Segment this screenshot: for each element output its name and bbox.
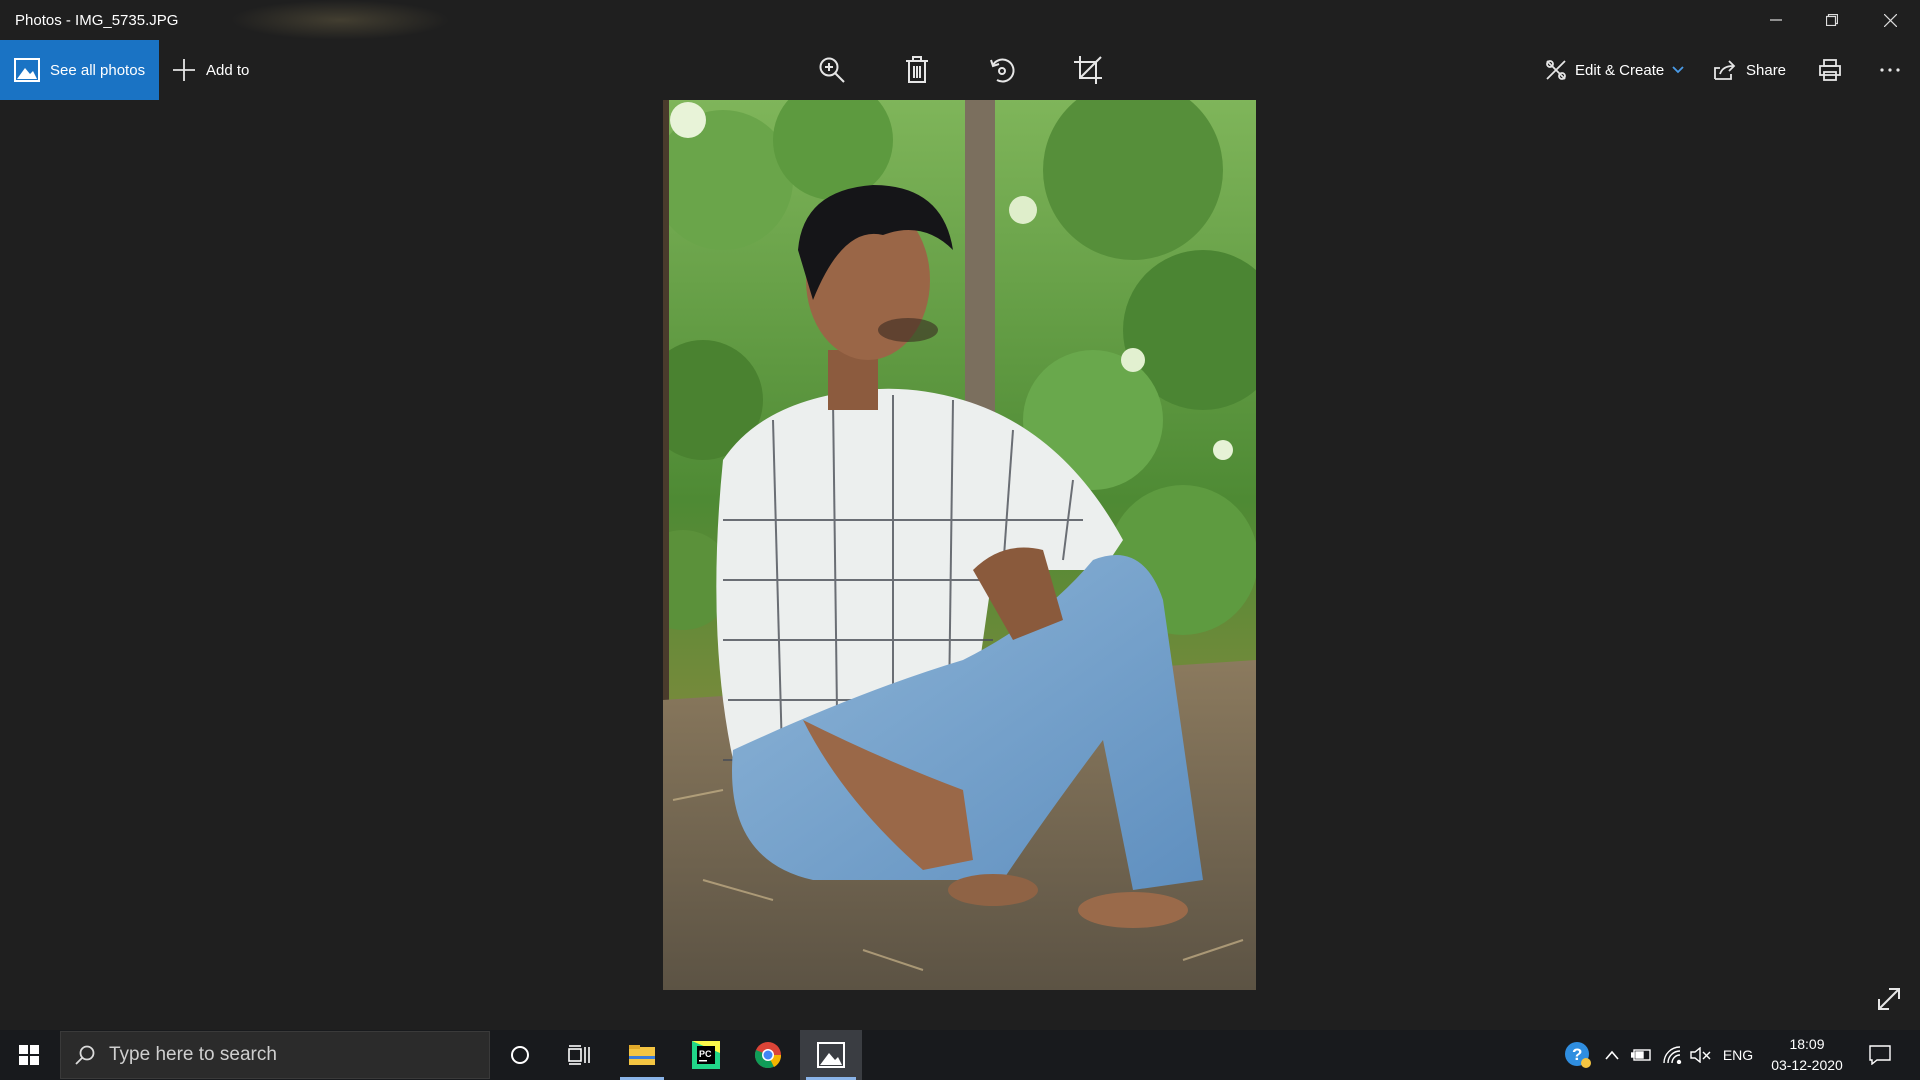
taskbar-file-explorer[interactable] [614,1030,670,1080]
volume-muted-icon [1690,1047,1711,1063]
close-icon [1883,13,1897,27]
cortana-icon [511,1046,529,1064]
help-icon: ? [1565,1042,1591,1068]
title-bar-blur [230,0,450,40]
task-view-button[interactable] [552,1030,608,1080]
photo-view[interactable] [663,100,1256,990]
chrome-icon [754,1042,782,1069]
rotate-button[interactable] [974,40,1030,100]
chevron-up-icon [1605,1050,1619,1060]
network-button[interactable] [1660,1030,1686,1080]
taskbar: Type here to search PC ? ENG 18:09 03-12… [0,1030,1920,1080]
show-hidden-icons-button[interactable] [1600,1030,1624,1080]
svg-text:PC: PC [699,1049,712,1059]
battery-button[interactable] [1628,1030,1654,1080]
search-icon [75,1045,95,1065]
photos-app-icon [14,58,40,82]
task-view-icon [568,1045,590,1065]
pycharm-icon: PC [692,1041,720,1069]
zoom-button[interactable] [804,40,860,100]
taskbar-photos[interactable] [800,1030,862,1080]
delete-button[interactable] [889,40,945,100]
crop-icon [1074,56,1102,84]
more-button[interactable] [1862,40,1918,100]
cortana-button[interactable] [492,1030,548,1080]
photo-image [663,100,1256,990]
rotate-icon [990,58,1015,83]
more-icon [1880,68,1900,72]
edit-create-button[interactable]: Edit & Create [1545,40,1684,100]
window-title: Photos - IMG_5735.JPG [15,12,179,29]
search-placeholder: Type here to search [109,1044,277,1065]
minimize-icon [1770,19,1782,21]
see-all-photos-label: See all photos [50,61,146,79]
restore-icon [1826,14,1838,26]
clock-time: 18:09 [1789,1036,1825,1052]
edit-create-label: Edit & Create [1575,61,1665,79]
share-label: Share [1746,61,1787,79]
crop-button[interactable] [1060,40,1116,100]
windows-logo-icon [19,1045,39,1065]
language-indicator[interactable]: ENG [1718,1030,1758,1080]
fullscreen-button[interactable] [1872,982,1906,1016]
restore-button[interactable] [1804,0,1860,40]
svg-text:?: ? [1572,1045,1582,1064]
battery-icon [1631,1049,1651,1061]
print-icon [1819,59,1841,81]
add-to-button[interactable]: Add to [172,40,249,100]
file-explorer-icon [629,1045,655,1065]
close-button[interactable] [1862,0,1918,40]
wifi-icon [1663,1046,1682,1064]
add-to-label: Add to [206,61,250,79]
plus-icon [173,59,195,81]
clock[interactable]: 18:09 03-12-2020 [1762,1034,1852,1076]
taskbar-pycharm[interactable]: PC [678,1030,734,1080]
taskbar-search-box[interactable]: Type here to search [60,1031,490,1079]
start-button[interactable] [0,1030,58,1080]
share-icon [1714,60,1736,80]
trash-icon [906,56,928,83]
print-button[interactable] [1802,40,1858,100]
toolbar: See all photos Add to Edit & Create Shar… [0,40,1920,100]
help-tray-button[interactable]: ? [1562,1030,1594,1080]
fullscreen-icon [1878,988,1900,1010]
share-button[interactable]: Share [1714,40,1786,100]
photos-taskbar-icon [817,1042,845,1068]
notification-icon [1869,1045,1891,1065]
edit-create-icon [1546,60,1566,80]
title-bar: Photos - IMG_5735.JPG [0,0,1920,40]
see-all-photos-button[interactable]: See all photos [0,40,159,100]
photos-window: Photos - IMG_5735.JPG See all photos Add… [0,0,1920,1030]
volume-button[interactable] [1688,1030,1714,1080]
clock-date: 03-12-2020 [1771,1057,1843,1073]
taskbar-chrome[interactable] [740,1030,796,1080]
chevron-down-icon [1672,66,1684,74]
action-center-button[interactable] [1862,1030,1898,1080]
zoom-in-icon [819,57,845,83]
minimize-button[interactable] [1748,0,1804,40]
